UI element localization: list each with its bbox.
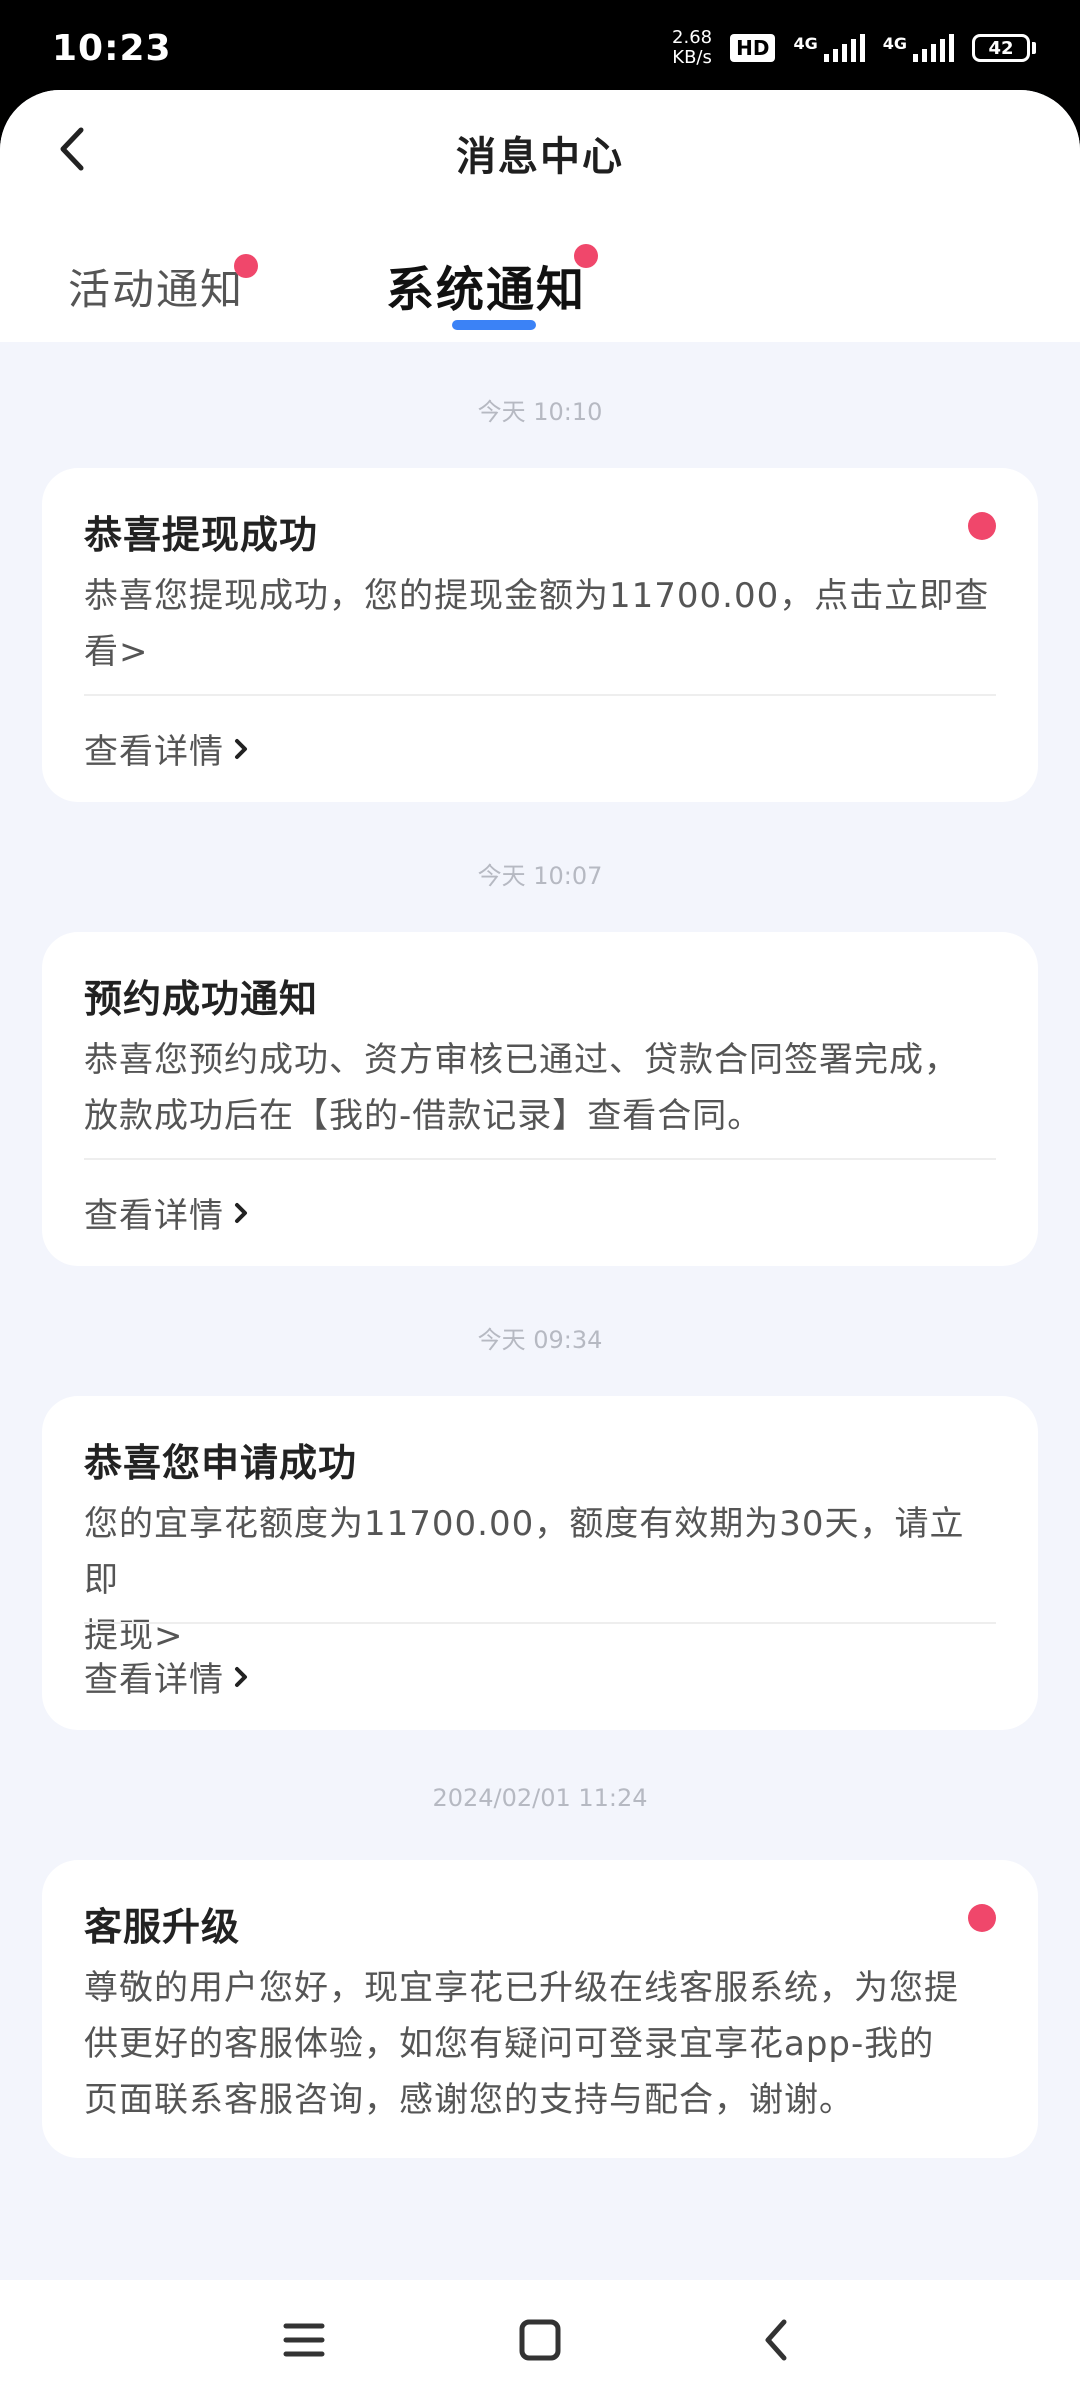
message-time: 今天 10:10: [477, 398, 603, 426]
message-body-line: 看>: [84, 632, 149, 672]
view-details-link[interactable]: 查看详情: [84, 1188, 250, 1237]
message-time: 今天 09:34: [477, 1326, 603, 1354]
menu-icon: [283, 2323, 325, 2357]
unread-dot: [968, 512, 996, 540]
tab-system-notice[interactable]: 系统通知: [386, 244, 598, 360]
page-title: 消息中心: [456, 134, 624, 180]
hd-icon: HD: [730, 34, 776, 62]
message-title: 恭喜提现成功: [84, 513, 319, 557]
signal-icon-2: 4G: [883, 34, 954, 62]
system-nav-bar: [0, 2280, 1080, 2400]
message-time: 今天 10:07: [477, 862, 603, 890]
network-speed-value: 2.68: [672, 27, 713, 48]
message-time: 2024/02/01 11:24: [432, 1784, 648, 1812]
network-speed: 2.68 KB/s: [672, 28, 712, 68]
message-body: 恭喜您预约成功、资方审核已通过、贷款合同签署完成， 放款成功后在【我的-借款记录…: [84, 1032, 996, 1144]
message-card[interactable]: 客服升级 尊敬的用户您好，现宜享花已升级在线客服系统，为您提 供更好的客服体验，…: [42, 1860, 1038, 2158]
message-body-line: 恭喜您预约成功、资方审核已通过、贷款合同签署完成，: [84, 1040, 959, 1080]
message-body-line: 页面联系客服咨询，感谢您的支持与配合，谢谢。: [84, 2080, 854, 2120]
back-icon: [765, 2319, 787, 2361]
tab-bar: 活动通知 系统通知: [0, 226, 1080, 336]
status-icons: 2.68 KB/s HD 4G 4G 42: [672, 28, 1036, 68]
view-details-link[interactable]: 查看详情: [84, 1652, 250, 1701]
message-card[interactable]: 恭喜提现成功 恭喜您提现成功，您的提现金额为11700.00，点击立即查 看> …: [42, 468, 1038, 802]
message-body-line: 恭喜您提现成功，您的提现金额为11700.00，点击立即查: [84, 576, 990, 616]
active-tab-indicator: [452, 320, 536, 330]
nav-home-button[interactable]: [508, 2308, 572, 2372]
message-body: 恭喜您提现成功，您的提现金额为11700.00，点击立即查 看>: [84, 568, 996, 680]
square-icon: [519, 2319, 561, 2361]
app-screen: 消息中心 活动通知 系统通知 今天 10:10 恭喜提现成功 恭喜您提现成功，您…: [0, 90, 1080, 2400]
message-title: 恭喜您申请成功: [84, 1441, 358, 1485]
message-card[interactable]: 恭喜您申请成功 您的宜享花额度为11700.00，额度有效期为30天，请立即 提…: [42, 1396, 1038, 1730]
battery-icon: 42: [972, 34, 1036, 62]
message-body-line: 供更好的客服体验，如您有疑问可登录宜享花app-我的: [84, 2024, 935, 2064]
tab-label: 系统通知: [386, 262, 587, 318]
header: 消息中心 活动通知 系统通知: [0, 90, 1080, 342]
unread-dot: [574, 244, 598, 268]
signal-icon-1: 4G: [793, 34, 865, 62]
network-speed-unit: KB/s: [672, 47, 712, 68]
tab-activity-notice[interactable]: 活动通知: [68, 254, 258, 366]
tab-label: 活动通知: [68, 265, 245, 314]
chevron-right-icon: [235, 1202, 247, 1223]
divider: [84, 1622, 996, 1624]
message-card[interactable]: 预约成功通知 恭喜您预约成功、资方审核已通过、贷款合同签署完成， 放款成功后在【…: [42, 932, 1038, 1266]
divider: [84, 1158, 996, 1160]
message-body-line: 您的宜享花额度为11700.00，额度有效期为30天，请立即: [84, 1504, 965, 1600]
chevron-right-icon: [235, 738, 247, 759]
battery-level: 42: [988, 37, 1014, 59]
message-body: 您的宜享花额度为11700.00，额度有效期为30天，请立即 提现>: [84, 1496, 996, 1664]
view-details-link[interactable]: 查看详情: [84, 724, 250, 773]
view-details-label: 查看详情: [84, 732, 224, 772]
status-time: 10:23: [52, 27, 172, 69]
message-title: 预约成功通知: [84, 977, 319, 1021]
message-title: 客服升级: [84, 1905, 241, 1949]
divider: [84, 694, 996, 696]
chevron-right-icon: [235, 1666, 247, 1687]
status-bar: 10:23 2.68 KB/s HD 4G 4G 42: [0, 0, 1080, 96]
message-body-line: 放款成功后在【我的-借款记录】查看合同。: [84, 1096, 763, 1136]
message-body: 尊敬的用户您好，现宜享花已升级在线客服系统，为您提 供更好的客服体验，如您有疑问…: [84, 1960, 996, 2128]
view-details-label: 查看详情: [84, 1660, 224, 1700]
view-details-label: 查看详情: [84, 1196, 224, 1236]
message-body-line: 尊敬的用户您好，现宜享花已升级在线客服系统，为您提: [84, 1968, 959, 2008]
nav-back-button[interactable]: [744, 2308, 808, 2372]
nav-menu-button[interactable]: [272, 2308, 336, 2372]
unread-dot: [968, 1904, 996, 1932]
unread-dot: [234, 254, 258, 278]
